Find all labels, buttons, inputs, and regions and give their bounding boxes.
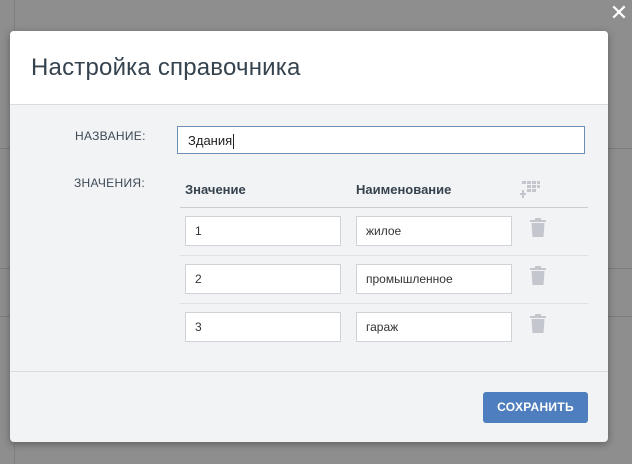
table-add-icon[interactable] <box>520 180 540 198</box>
trash-icon[interactable] <box>530 314 546 333</box>
table-row-divider <box>180 303 588 304</box>
table-header-divider <box>180 207 588 208</box>
value-input[interactable]: 1 <box>185 216 341 246</box>
name-input[interactable]: Здания <box>177 126 585 154</box>
dialog-title: Настройка справочника <box>31 54 301 81</box>
name-label: НАЗВАНИЕ: <box>75 129 146 143</box>
column-header-value: Значение <box>185 182 246 197</box>
close-icon[interactable]: ✕ <box>608 2 630 24</box>
values-label: ЗНАЧЕНИЯ: <box>74 176 145 190</box>
text-caret <box>233 134 235 150</box>
name-input-row[interactable]: жилое <box>356 216 512 246</box>
value-input[interactable]: 3 <box>185 312 341 342</box>
name-input-row[interactable]: промышленное <box>356 264 512 294</box>
column-header-name: Наименование <box>356 182 452 197</box>
name-input-value: Здания <box>188 133 233 148</box>
settings-dialog: Настройка справочника НАЗВАНИЕ: Здания З… <box>10 31 608 442</box>
name-input-row[interactable]: гараж <box>356 312 512 342</box>
trash-icon[interactable] <box>530 218 546 237</box>
value-input[interactable]: 2 <box>185 264 341 294</box>
save-button[interactable]: СОХРАНИТЬ <box>483 392 588 423</box>
footer-divider <box>10 371 608 372</box>
trash-icon[interactable] <box>530 266 546 285</box>
dialog-header: Настройка справочника <box>10 31 608 105</box>
table-row-divider <box>180 255 588 256</box>
